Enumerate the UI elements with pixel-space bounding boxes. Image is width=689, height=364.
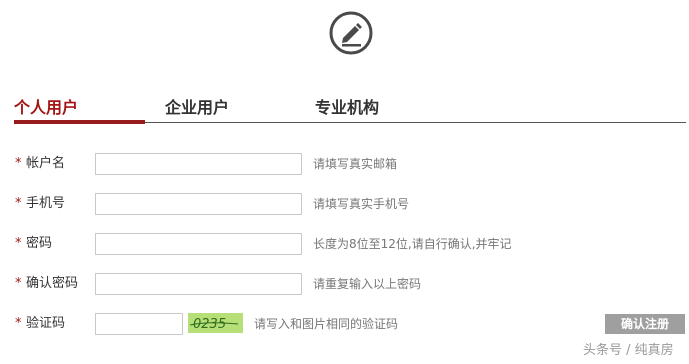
phone-input[interactable] xyxy=(95,193,302,215)
user-type-tabs: 个人用户 企业用户 专业机构 xyxy=(0,90,689,130)
account-label: 帐户名 xyxy=(26,156,66,171)
captcha-label: 验证码 xyxy=(26,316,66,331)
tab-enterprise-user[interactable]: 企业用户 xyxy=(165,98,229,118)
confirm-password-label: 确认密码 xyxy=(26,276,79,291)
captcha-text: 0235 xyxy=(193,317,226,332)
captcha-input[interactable] xyxy=(95,313,183,335)
active-tab-indicator xyxy=(14,120,145,124)
confirm-password-hint: 请重复输入以上密码 xyxy=(313,277,422,291)
form-row-confirm-password: * 确认密码 请重复输入以上密码 xyxy=(0,273,689,297)
tab-personal-user[interactable]: 个人用户 xyxy=(14,98,78,118)
password-hint: 长度为8位至12位,请自行确认,并牢记 xyxy=(313,237,512,251)
password-input[interactable] xyxy=(95,233,302,255)
required-mark: * xyxy=(15,196,22,211)
account-input[interactable] xyxy=(95,153,302,175)
form-row-captcha: * 验证码 0235 请写入和图片相同的验证码 确认注册 xyxy=(0,313,689,337)
captcha-image[interactable]: 0235 xyxy=(188,313,243,333)
required-mark: * xyxy=(15,276,22,291)
form-row-phone: * 手机号 请填写真实手机号 xyxy=(0,193,689,217)
account-hint: 请填写真实邮箱 xyxy=(313,157,398,171)
required-mark: * xyxy=(15,236,22,251)
watermark: 头条号 / 纯真房 xyxy=(583,343,674,358)
form-row-account: * 帐户名 请填写真实邮箱 xyxy=(0,153,689,177)
phone-label: 手机号 xyxy=(26,196,66,211)
phone-hint: 请填写真实手机号 xyxy=(313,197,410,211)
required-mark: * xyxy=(15,156,22,171)
form-row-password: * 密码 长度为8位至12位,请自行确认,并牢记 xyxy=(0,233,689,257)
edit-pencil-icon xyxy=(329,11,373,55)
confirm-password-input[interactable] xyxy=(95,273,302,295)
required-mark: * xyxy=(15,316,22,331)
tab-professional-institution[interactable]: 专业机构 xyxy=(315,98,379,118)
captcha-hint: 请写入和图片相同的验证码 xyxy=(254,317,399,331)
password-label: 密码 xyxy=(26,236,53,251)
confirm-register-button[interactable]: 确认注册 xyxy=(605,314,685,334)
